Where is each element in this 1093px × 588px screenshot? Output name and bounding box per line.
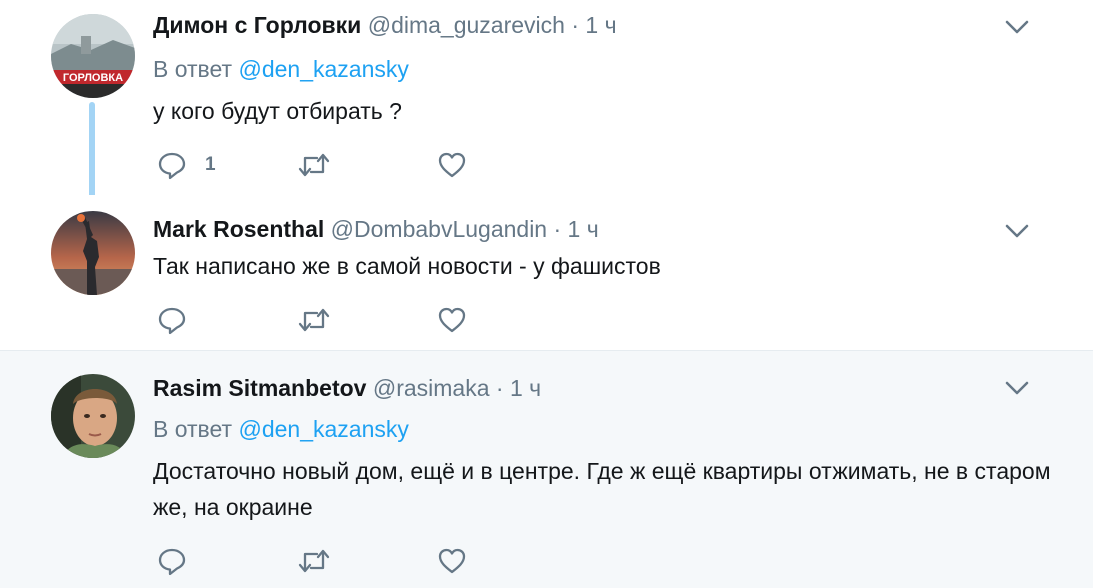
display-name[interactable]: Димон с Горловки xyxy=(153,12,361,38)
retweet-button[interactable] xyxy=(297,305,331,335)
retweet-button[interactable] xyxy=(297,150,331,180)
avatar[interactable] xyxy=(51,374,135,458)
user-handle[interactable]: @rasimaka xyxy=(373,375,490,401)
display-name[interactable]: Mark Rosenthal xyxy=(153,216,324,242)
retweet-icon xyxy=(298,308,330,332)
reply-button[interactable] xyxy=(157,305,187,335)
like-icon xyxy=(438,152,466,178)
reply-to-link[interactable]: @den_kazansky xyxy=(238,56,408,82)
timestamp[interactable]: 1 ч xyxy=(585,12,616,38)
reply-count: 1 xyxy=(205,154,216,175)
tweet-text: у кого будут отбирать ? xyxy=(153,98,402,124)
avatar[interactable]: ГОРЛОВКА xyxy=(51,14,135,98)
tweet[interactable]: ГОРЛОВКА Димон с Горловки @dima_guzarevi… xyxy=(0,0,1093,210)
timestamp[interactable]: 1 ч xyxy=(510,375,541,401)
retweet-button[interactable] xyxy=(297,546,331,576)
timestamp[interactable]: 1 ч xyxy=(568,216,599,242)
reply-icon xyxy=(158,307,186,335)
reply-context: В ответ @den_kazansky xyxy=(153,56,409,83)
tweet[interactable]: Mark Rosenthal @DombabvLugandin · 1 ч Та… xyxy=(0,195,1093,350)
reply-button[interactable] xyxy=(157,546,187,576)
reply-button[interactable]: 1 xyxy=(157,150,216,180)
display-name[interactable]: Rasim Sitmanbetov xyxy=(153,375,366,401)
tweet-header: Димон с Горловки @dima_guzarevich · 1 ч xyxy=(153,12,617,39)
avatar-logo-text: ГОРЛОВКА xyxy=(63,72,123,84)
tweet-header: Mark Rosenthal @DombabvLugandin · 1 ч xyxy=(153,216,599,243)
like-icon xyxy=(438,307,466,333)
tweet-text: Достаточно новый дом, ещё и в центре. Гд… xyxy=(153,458,1051,520)
separator: · xyxy=(553,216,562,242)
reply-prefix: В ответ xyxy=(153,416,233,442)
reply-context: В ответ @den_kazansky xyxy=(153,416,409,443)
retweet-icon xyxy=(298,549,330,573)
avatar[interactable] xyxy=(51,211,135,295)
like-button[interactable] xyxy=(437,150,467,180)
retweet-icon xyxy=(298,153,330,177)
reply-prefix: В ответ xyxy=(153,56,233,82)
user-handle[interactable]: @DombabvLugandin xyxy=(331,216,547,242)
user-handle[interactable]: @dima_guzarevich xyxy=(368,12,565,38)
separator: · xyxy=(571,12,579,38)
reply-icon xyxy=(158,548,186,576)
tweet-text: Так написано же в самой новости - у фаши… xyxy=(153,253,661,279)
reply-icon xyxy=(158,152,186,180)
separator: · xyxy=(495,375,504,401)
thread-line xyxy=(89,102,95,210)
chevron-down-icon[interactable] xyxy=(1004,221,1030,241)
chevron-down-icon[interactable] xyxy=(1004,378,1030,398)
tweet[interactable]: Rasim Sitmanbetov @rasimaka · 1 ч В отве… xyxy=(0,350,1093,588)
reply-to-link[interactable]: @den_kazansky xyxy=(238,416,408,442)
tweet-header: Rasim Sitmanbetov @rasimaka · 1 ч xyxy=(153,375,541,402)
like-button[interactable] xyxy=(437,546,467,576)
chevron-down-icon[interactable] xyxy=(1004,17,1030,37)
like-icon xyxy=(438,548,466,574)
like-button[interactable] xyxy=(437,305,467,335)
